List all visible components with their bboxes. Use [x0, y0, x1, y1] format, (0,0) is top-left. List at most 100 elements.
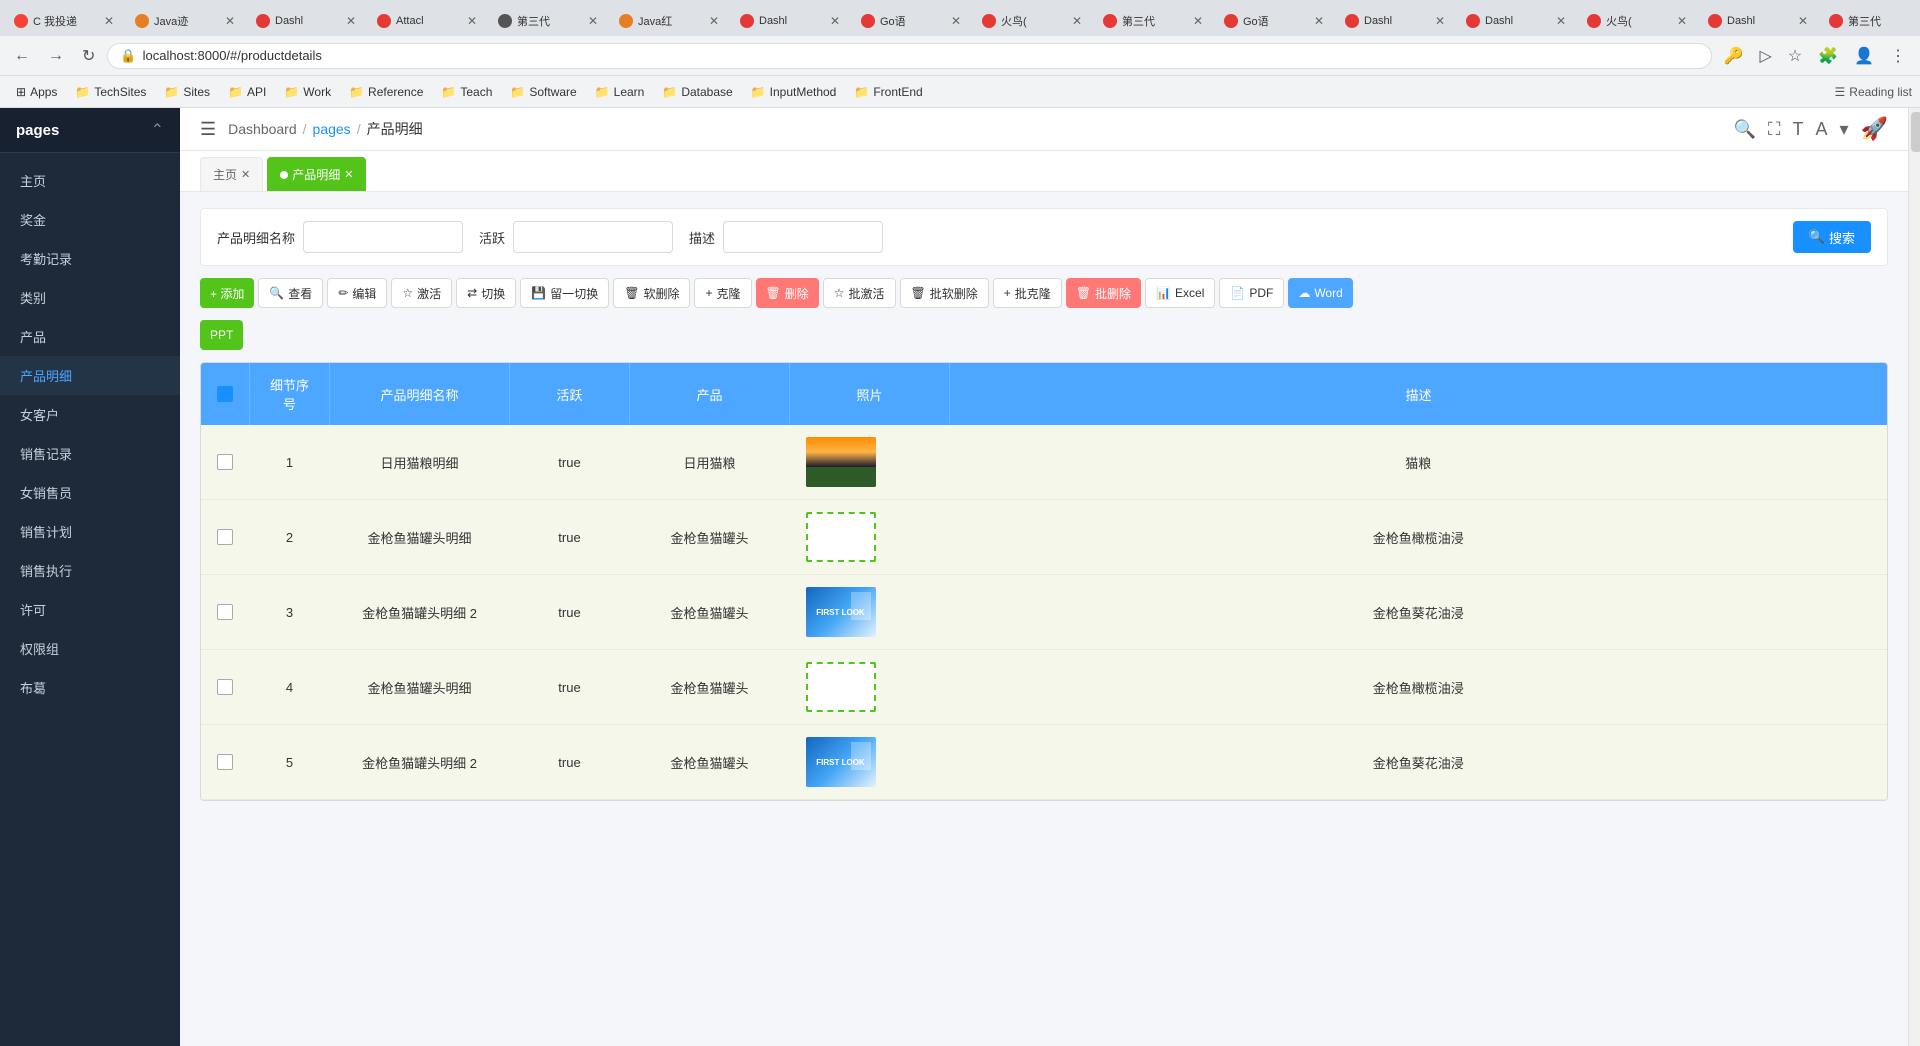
sidebar-collapse-button[interactable]: ⌃	[151, 120, 164, 140]
tab-go1[interactable]: Go语 ✕	[851, 6, 971, 36]
tab-third2[interactable]: 第三代 ✕	[1093, 6, 1213, 36]
bookmark-api[interactable]: 📁 API	[220, 82, 274, 102]
launch-icon[interactable]: 🚀	[1861, 116, 1888, 142]
batch-activate-button[interactable]: ☆ 批激活	[823, 278, 896, 308]
bookmark-sites[interactable]: 📁 Sites	[156, 82, 218, 102]
extension-icon[interactable]: 🧩	[1812, 42, 1844, 70]
bookmark-frontend[interactable]: 📁 FrontEnd	[846, 82, 930, 102]
switch-button[interactable]: ⇄ 切换	[456, 278, 516, 308]
search-desc-input[interactable]	[723, 221, 883, 253]
chevron-down-icon[interactable]: ▾	[1840, 119, 1849, 140]
star-icon[interactable]: ☆	[1782, 42, 1808, 70]
url-text[interactable]: localhost:8000/#/productdetails	[143, 48, 322, 63]
export-pdf-button[interactable]: 📄 PDF	[1219, 278, 1284, 308]
bookmark-software[interactable]: 📁 Software	[502, 82, 584, 102]
bookmark-learn[interactable]: 📁 Learn	[587, 82, 653, 102]
forward-button[interactable]: →	[42, 43, 70, 69]
tab-third3[interactable]: 第三代 ✕	[1819, 6, 1920, 36]
sidebar-item-bonus[interactable]: 奖金	[0, 200, 180, 239]
row-checkbox-2[interactable]	[201, 500, 250, 575]
bookmark-teach[interactable]: 📁 Teach	[433, 82, 500, 102]
delete-button[interactable]: 🗑 删除	[756, 278, 819, 308]
softdelete-button[interactable]: 🗑 软删除	[613, 278, 690, 308]
scrollbar-thumb[interactable]	[1911, 112, 1920, 152]
sidebar-item-female-sales[interactable]: 女销售员	[0, 473, 180, 512]
tab-java2[interactable]: Java红 ✕	[609, 6, 729, 36]
search-name-input[interactable]	[303, 221, 463, 253]
tab-java1[interactable]: Java迹 ✕	[125, 6, 245, 36]
sidebar-item-female-customer[interactable]: 女客户	[0, 395, 180, 434]
scrollbar[interactable]	[1908, 108, 1920, 1046]
tab-dash4[interactable]: Dashl ✕	[1456, 6, 1576, 36]
tab-dash1[interactable]: Dashl ✕	[246, 6, 366, 36]
bookmark-apps[interactable]: ⊞ Apps	[8, 82, 65, 102]
reading-list-button[interactable]: ☰ Reading list	[1835, 85, 1912, 99]
batch-delete-button[interactable]: 🗑 批删除	[1066, 278, 1141, 308]
activate-button[interactable]: ☆ 激活	[391, 278, 452, 308]
sidebar-item-productdetail[interactable]: 产品明细	[0, 356, 180, 395]
bookmark-database[interactable]: 📁 Database	[654, 82, 740, 102]
search-active-input[interactable]	[513, 221, 673, 253]
tab-fire1[interactable]: 火鸟( ✕	[972, 6, 1092, 36]
page-tab-current-close[interactable]: ✕	[344, 168, 353, 181]
add-button[interactable]: + 添加	[200, 278, 254, 308]
fullscreen-icon[interactable]: ⛶	[1768, 119, 1781, 140]
tab-go2[interactable]: Go语 ✕	[1214, 6, 1334, 36]
row-checkbox-4[interactable]	[201, 650, 250, 725]
breadcrumb-pages[interactable]: pages	[313, 121, 351, 137]
row-checkbox-5[interactable]	[201, 725, 250, 800]
page-tab-home[interactable]: 主页 ✕	[200, 157, 263, 191]
bookmark-inputmethod[interactable]: 📁 InputMethod	[743, 82, 845, 102]
back-button[interactable]: ←	[8, 43, 36, 69]
page-tab-current[interactable]: 产品明细 ✕	[267, 157, 366, 191]
checkbox-3[interactable]	[217, 604, 233, 620]
translate-icon[interactable]: A	[1816, 119, 1828, 140]
select-all-checkbox[interactable]	[217, 386, 233, 402]
font-icon[interactable]: T	[1793, 119, 1804, 140]
tab-wotou[interactable]: C 我投递 ✕	[4, 6, 124, 36]
search-icon[interactable]: 🔍	[1734, 119, 1756, 140]
tab-dash3[interactable]: Dashl ✕	[1335, 6, 1455, 36]
bookmark-techsites[interactable]: 📁 TechSites	[67, 82, 154, 102]
checkbox-2[interactable]	[217, 529, 233, 545]
batch-clone-button[interactable]: + 批克隆	[993, 278, 1062, 308]
bookmark-reference[interactable]: 📁 Reference	[341, 82, 431, 102]
menu-icon[interactable]: ⋮	[1884, 42, 1912, 70]
address-bar[interactable]: 🔒 localhost:8000/#/productdetails	[107, 43, 1711, 69]
sidebar-item-home[interactable]: 主页	[0, 161, 180, 200]
tab-dash5[interactable]: Dashl ✕	[1698, 6, 1818, 36]
batch-softdelete-button[interactable]: 🗑 批软删除	[900, 278, 989, 308]
checkbox-5[interactable]	[217, 754, 233, 770]
tab-fire2[interactable]: 火鸟( ✕	[1577, 6, 1697, 36]
sidebar-item-sales-exec[interactable]: 销售执行	[0, 551, 180, 590]
row-checkbox-1[interactable]	[201, 425, 250, 500]
sidebar-item-sales-record[interactable]: 销售记录	[0, 434, 180, 473]
search-button[interactable]: 🔍 搜索	[1793, 221, 1871, 253]
tab-third1[interactable]: 第三代 ✕	[488, 6, 608, 36]
sidebar-item-buge[interactable]: 布葛	[0, 668, 180, 707]
menu-toggle-button[interactable]: ☰	[200, 119, 216, 140]
sidebar-item-attendance[interactable]: 考勤记录	[0, 239, 180, 278]
export-ppt-button[interactable]: PPT	[200, 320, 243, 350]
sidebar-item-permission-group[interactable]: 权限组	[0, 629, 180, 668]
row-checkbox-3[interactable]	[201, 575, 250, 650]
sidebar-item-category[interactable]: 类别	[0, 278, 180, 317]
reload-button[interactable]: ↻	[76, 42, 101, 70]
sidebar-item-permission[interactable]: 许可	[0, 590, 180, 629]
sidebar-item-sales-plan[interactable]: 销售计划	[0, 512, 180, 551]
sidebar-item-product[interactable]: 产品	[0, 317, 180, 356]
bookmark-work[interactable]: 📁 Work	[276, 82, 339, 102]
header-checkbox[interactable]	[201, 363, 250, 425]
export-word-button[interactable]: ☁ Word	[1288, 278, 1352, 308]
profile-icon[interactable]: 👤	[1848, 42, 1880, 70]
cast-icon[interactable]: ▷	[1754, 42, 1778, 70]
clone-button[interactable]: + 克隆	[694, 278, 751, 308]
edit-button[interactable]: ✏ 编辑	[327, 278, 387, 308]
checkbox-4[interactable]	[217, 679, 233, 695]
page-tab-home-close[interactable]: ✕	[241, 168, 250, 181]
checkbox-1[interactable]	[217, 454, 233, 470]
export-excel-button[interactable]: 📊 Excel	[1145, 278, 1215, 308]
saveall-button[interactable]: 💾 留一切换	[520, 278, 609, 308]
tab-dash2[interactable]: Dashl ✕	[730, 6, 850, 36]
view-button[interactable]: 🔍 🔍 查看 查看	[258, 278, 323, 308]
